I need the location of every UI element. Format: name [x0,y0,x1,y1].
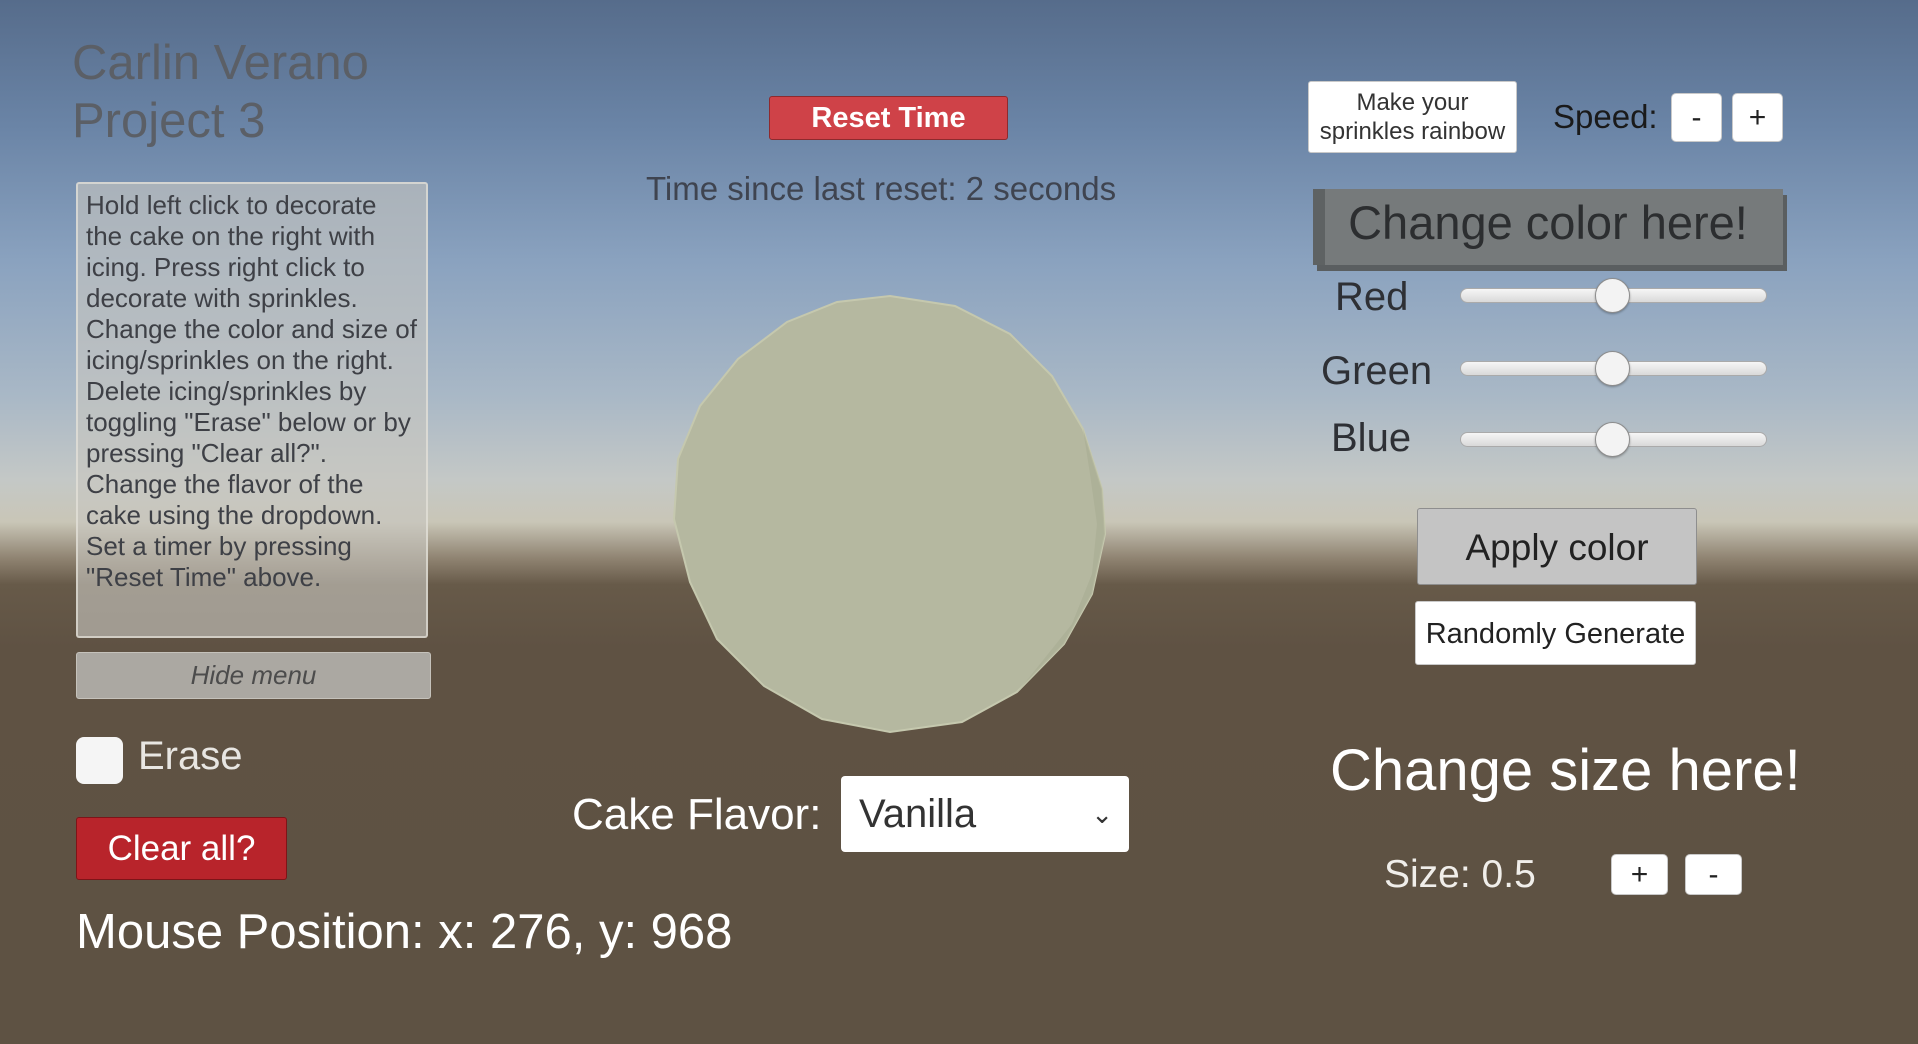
time-since-reset-text: Time since last reset: 2 seconds [646,170,1117,207]
red-slider-handle[interactable] [1595,278,1630,313]
cake[interactable] [672,294,1108,734]
project-title: Carlin Verano Project 3 [72,34,369,150]
title-line-1: Carlin Verano [72,36,369,90]
hide-menu-button[interactable]: Hide menu [76,652,431,699]
cake-flavor-selected: Vanilla [859,792,977,836]
cake-flavor-label: Cake Flavor: [572,790,822,839]
green-slider-label: Green [1321,349,1433,393]
blue-slider-label: Blue [1331,416,1412,460]
speed-label: Speed: [1553,98,1658,135]
size-decrease-button[interactable]: - [1685,854,1742,895]
randomly-generate-button[interactable]: Randomly Generate [1415,601,1696,665]
erase-label: Erase [138,734,243,778]
reset-time-button[interactable]: Reset Time [769,96,1008,140]
speed-decrease-button[interactable]: - [1671,93,1722,142]
size-value-label: Size: 0.5 [1384,853,1536,896]
apply-color-button[interactable]: Apply color [1417,508,1697,585]
size-increase-button[interactable]: + [1611,854,1668,895]
change-color-header: Change color here! [1313,189,1783,265]
chevron-down-icon: ⌄ [1091,799,1113,829]
blue-slider-handle[interactable] [1595,422,1630,457]
mouse-position-readout: Mouse Position: x: 276, y: 968 [76,905,733,959]
cake-flavor-dropdown[interactable]: Vanilla ⌄ [841,776,1129,852]
speed-increase-button[interactable]: + [1732,93,1783,142]
rainbow-sprinkles-button[interactable]: Make your sprinkles rainbow [1308,81,1517,153]
red-slider-label: Red [1335,275,1409,319]
instructions-panel: Hold left click to decorate the cake on … [76,182,428,638]
green-slider-handle[interactable] [1595,351,1630,386]
erase-checkbox[interactable] [76,737,123,784]
clear-all-button[interactable]: Clear all? [76,817,287,880]
title-line-2: Project 3 [72,94,266,148]
change-size-header: Change size here! [1330,738,1801,803]
